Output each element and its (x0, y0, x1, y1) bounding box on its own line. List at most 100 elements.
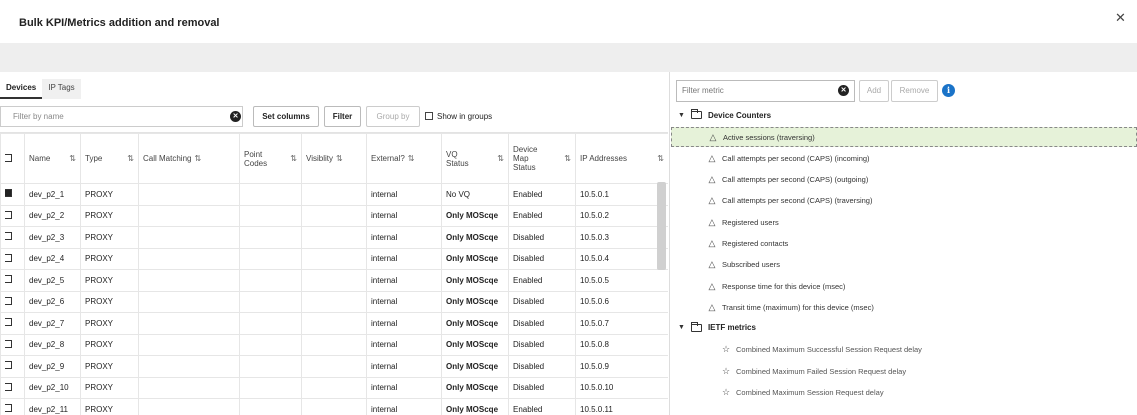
col-header-external[interactable]: External? ⇅ (366, 133, 442, 184)
cell-ip-address: 10.5.0.2 (575, 204, 668, 227)
cell-external: internal (366, 269, 442, 292)
table-header-row: Name ⇅ Type ⇅ Call Matching ⇅ Point Codes ⇅ … (0, 133, 668, 184)
sort-icon[interactable]: ⇅ (194, 154, 201, 163)
cell-visibility (301, 183, 367, 206)
metric-item-label: Registered contacts (722, 239, 789, 248)
sort-icon[interactable]: ⇅ (69, 154, 76, 163)
table-row[interactable]: dev_p2_8 PROXY internal Only MOScqe Disabled… (0, 333, 668, 356)
sort-icon[interactable]: ⇅ (408, 154, 415, 163)
select-all-checkbox[interactable] (0, 133, 25, 184)
col-header-ip-addresses[interactable]: IP Addresses ⇅ (575, 133, 668, 184)
table-row[interactable]: dev_p2_3 PROXY internal Only MOScqe Disabled… (0, 226, 668, 249)
metric-group[interactable]: ▼ Device Counters (678, 106, 771, 124)
row-checkbox[interactable] (0, 247, 25, 270)
sort-icon[interactable]: ⇅ (336, 154, 343, 163)
caret-down-icon[interactable]: ▼ (678, 112, 685, 119)
tab-devices[interactable]: Devices (0, 79, 43, 99)
table-row[interactable]: dev_p2_1 PROXY internal No VQ Enabled 10.5.0.… (0, 183, 668, 206)
metric-item[interactable]: △ Transit time (maximum) for this device … (670, 297, 1137, 317)
metric-item[interactable]: △ Call attempts per second (CAPS) (outgoi… (670, 170, 1137, 190)
cell-external: internal (366, 204, 442, 227)
remove-button[interactable]: Remove (891, 80, 938, 102)
metric-item[interactable]: ☆ Combined Maximum Failed Session Request… (670, 361, 1137, 381)
cell-call-matching (138, 290, 240, 313)
sort-icon[interactable]: ⇅ (497, 154, 504, 163)
cell-call-matching (138, 312, 240, 335)
row-checkbox[interactable] (0, 312, 25, 335)
metric-group[interactable]: ▼ IETF metrics (678, 319, 756, 337)
table-row[interactable]: dev_p2_11 PROXY internal Only MOScqe Enabled… (0, 398, 668, 415)
sort-icon[interactable]: ⇅ (564, 154, 571, 163)
metric-item-label: Active sessions (traversing) (723, 132, 815, 142)
dialog-title: Bulk KPI/Metrics addition and removal (19, 17, 220, 29)
cell-type: PROXY (80, 312, 139, 335)
row-checkbox[interactable] (0, 269, 25, 292)
col-header-type[interactable]: Type ⇅ (80, 133, 139, 184)
group-by-button[interactable]: Group by (366, 106, 420, 127)
metric-item[interactable]: △ Response time for this device (msec) (670, 276, 1137, 296)
cell-vq-status: Only MOScqe (441, 355, 509, 378)
star-icon: ☆ (722, 365, 731, 376)
metric-item[interactable]: △ Call attempts per second (CAPS) (traver… (670, 191, 1137, 211)
metric-item[interactable]: △ Subscribed users (670, 255, 1137, 275)
metric-item-label: Combined Maximum Session Request delay (736, 387, 884, 397)
cell-visibility (301, 269, 367, 292)
cell-external: internal (366, 333, 442, 356)
sort-icon[interactable]: ⇅ (127, 154, 134, 163)
row-checkbox[interactable] (0, 355, 25, 378)
table-row[interactable]: dev_p2_2 PROXY internal Only MOScqe Enabled 1… (0, 204, 668, 227)
table-scrollbar[interactable] (657, 182, 666, 270)
cell-visibility (301, 226, 367, 249)
cell-vq-status: Only MOScqe (441, 204, 509, 227)
info-icon[interactable]: i (942, 84, 955, 97)
show-in-groups-checkbox[interactable] (425, 112, 433, 120)
col-header-call-matching[interactable]: Call Matching ⇅ (138, 133, 240, 184)
col-header-device-map-status[interactable]: Device Map Status ⇅ (508, 133, 576, 184)
cell-device-map-status: Disabled (508, 376, 576, 399)
row-checkbox[interactable] (0, 333, 25, 356)
table-row[interactable]: dev_p2_10 PROXY internal Only MOScqe Disable… (0, 376, 668, 399)
caret-down-icon[interactable]: ▼ (678, 324, 685, 331)
clear-filter-icon[interactable]: ✕ (230, 111, 241, 122)
table-row[interactable]: dev_p2_9 PROXY internal Only MOScqe Disabled… (0, 355, 668, 378)
cell-name: dev_p2_4 (24, 247, 81, 270)
row-checkbox[interactable] (0, 290, 25, 313)
metric-filter-input[interactable]: Filter metric (676, 80, 855, 102)
cell-vq-status: Only MOScqe (441, 226, 509, 249)
metric-item-label: Registered users (722, 217, 779, 227)
device-filter-input[interactable]: Filter by name (0, 106, 243, 127)
sort-icon[interactable]: ⇅ (290, 154, 297, 163)
cell-vq-status: Only MOScqe (441, 290, 509, 313)
metric-item[interactable]: △ Call attempts per second (CAPS) (incomi… (670, 148, 1137, 168)
metric-item[interactable]: △ Registered users (670, 212, 1137, 232)
metric-item[interactable]: ☆ Combined Maximum Session Request delay (670, 382, 1137, 402)
col-header-vq-status[interactable]: VQ Status ⇅ (441, 133, 509, 184)
col-header-visibility[interactable]: Visiblity ⇅ (301, 133, 367, 184)
metric-item[interactable]: ☆ Combined Maximum Successful Session Req… (670, 340, 1137, 360)
sort-icon[interactable]: ⇅ (657, 154, 664, 163)
table-row[interactable]: dev_p2_6 PROXY internal Only MOScqe Disabled… (0, 290, 668, 313)
row-checkbox[interactable] (0, 398, 25, 415)
table-row[interactable]: dev_p2_5 PROXY internal Only MOScqe Enabled 1… (0, 269, 668, 292)
row-checkbox[interactable] (0, 376, 25, 399)
metric-item[interactable]: △ Registered contacts (670, 234, 1137, 254)
cell-type: PROXY (80, 376, 139, 399)
cell-vq-status: Only MOScqe (441, 376, 509, 399)
set-columns-button[interactable]: Set columns (253, 106, 319, 127)
cell-call-matching (138, 355, 240, 378)
col-header-name[interactable]: Name ⇅ (24, 133, 81, 184)
row-checkbox[interactable] (0, 204, 25, 227)
table-row[interactable]: dev_p2_4 PROXY internal Only MOScqe Disabled… (0, 247, 668, 270)
row-checkbox[interactable] (0, 226, 25, 249)
clear-metric-filter-icon[interactable]: ✕ (838, 85, 849, 96)
tab-ip-tags[interactable]: IP Tags (42, 79, 81, 99)
cell-type: PROXY (80, 204, 139, 227)
table-row[interactable]: dev_p2_7 PROXY internal Only MOScqe Disabled… (0, 312, 668, 335)
row-checkbox[interactable] (0, 183, 25, 206)
metric-item-label: Combined Maximum Failed Session Request … (736, 366, 907, 376)
add-button[interactable]: Add (859, 80, 889, 102)
filter-button[interactable]: Filter (324, 106, 361, 127)
metric-item[interactable]: △ Active sessions (traversing) (671, 127, 1137, 147)
close-icon[interactable]: ✕ (1115, 10, 1126, 26)
col-header-point-codes[interactable]: Point Codes ⇅ (239, 133, 302, 184)
